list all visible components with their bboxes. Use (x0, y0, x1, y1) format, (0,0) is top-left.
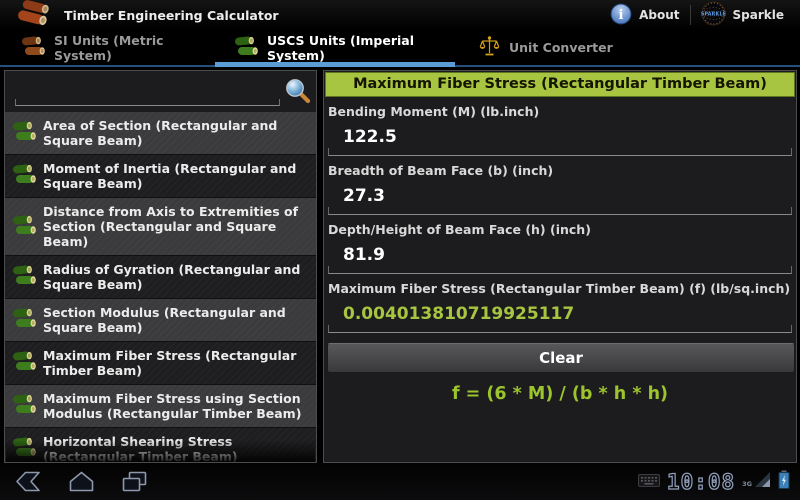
search-underline (15, 99, 280, 106)
calculator-panel: Maximum Fiber Stress (Rectangular Timber… (323, 70, 797, 463)
list-item-label: Maximum Fiber Stress (Rectangular Timber… (43, 348, 297, 378)
list-item[interactable]: Horizontal Shearing Stress (Rectangular … (5, 428, 316, 463)
green-logs-icon (13, 394, 36, 418)
list-item-label: Moment of Inertia (Rectangular and Squar… (43, 161, 297, 191)
list-item-label: Horizontal Shearing Stress (Rectangular … (43, 434, 238, 463)
green-logs-icon (235, 35, 258, 60)
formula-text: f = (6 * M) / (b * h * h) (451, 384, 669, 404)
list-item-label: Area of Section (Rectangular and Square … (43, 118, 278, 148)
sparkle-label: Sparkle (732, 8, 784, 22)
green-logs-icon (13, 214, 36, 239)
bending-moment-input[interactable]: 122.5 (327, 120, 793, 156)
keyboard-icon[interactable] (637, 472, 660, 491)
home-icon[interactable] (68, 470, 95, 493)
list-item[interactable]: Maximum Fiber Stress (Rectangular Timber… (5, 342, 316, 385)
green-logs-icon (13, 164, 36, 188)
battery-charging-icon (778, 470, 790, 493)
list-item[interactable]: Area of Section (Rectangular and Square … (5, 112, 316, 155)
list-item[interactable]: Radius of Gyration (Rectangular and Squa… (5, 256, 316, 299)
system-bar: 10:08 3G (0, 463, 800, 500)
green-logs-icon (13, 121, 36, 145)
calculation-list-panel: Area of Section (Rectangular and Square … (4, 70, 317, 463)
depth-height-label: Depth/Height of Beam Face (h) (inch) (328, 222, 591, 237)
action-bar: Timber Engineering Calculator i About SP… (0, 0, 800, 30)
app-title: Timber Engineering Calculator (64, 7, 279, 23)
scales-icon (479, 35, 500, 60)
svg-text:SPARKLE: SPARKLE (701, 11, 726, 17)
list-item-label: Distance from Axis to Extremities of Sec… (43, 204, 299, 249)
actionbar-divider (689, 5, 691, 25)
recent-apps-icon[interactable] (121, 470, 148, 493)
list-item[interactable]: Section Modulus (Rectangular and Square … (5, 299, 316, 342)
timber-logs-icon (16, 0, 52, 31)
clear-button[interactable]: Clear (327, 343, 795, 373)
depth-height-input[interactable]: 81.9 (327, 238, 793, 274)
green-logs-icon (13, 265, 36, 289)
clock[interactable]: 10:08 (666, 469, 735, 494)
list-item[interactable]: Distance from Axis to Extremities of Sec… (5, 198, 316, 256)
calculator-title: Maximum Fiber Stress (Rectangular Timber… (325, 72, 795, 97)
bending-moment-label: Bending Moment (M) (lb.inch) (328, 104, 540, 119)
info-icon: i (610, 3, 632, 28)
breadth-label: Breadth of Beam Face (b) (inch) (328, 163, 554, 178)
back-icon[interactable] (14, 470, 42, 493)
brown-logs-icon (22, 35, 45, 60)
tab-uscs-units[interactable]: USCS Units (Imperial System) (213, 30, 457, 67)
green-logs-icon (13, 308, 36, 332)
result-value: 0.004013810719925117 (327, 297, 793, 333)
list-item-label: Section Modulus (Rectangular and Square … (43, 305, 286, 335)
tab-label: Unit Converter (509, 40, 613, 55)
list-item-label: Radius of Gyration (Rectangular and Squa… (43, 262, 301, 292)
about-button[interactable]: i About (602, 0, 687, 31)
list-item[interactable]: Moment of Inertia (Rectangular and Squar… (5, 155, 316, 198)
about-label: About (639, 8, 680, 22)
sparkle-globe-icon: SPARKLE (700, 1, 726, 29)
tab-si-units[interactable]: SI Units (Metric System) (0, 30, 213, 65)
green-logs-icon (13, 351, 36, 375)
network-type-label: 3G (742, 479, 752, 488)
status-cluster[interactable]: 10:08 3G (637, 469, 800, 494)
green-logs-icon (13, 437, 36, 461)
calculation-list: Area of Section (Rectangular and Square … (5, 112, 316, 463)
sparkle-button[interactable]: SPARKLE Sparkle (693, 0, 792, 32)
tab-label: USCS Units (Imperial System) (267, 32, 414, 63)
search-row (5, 71, 316, 112)
signal-icon (755, 472, 771, 491)
list-item-label: Maximum Fiber Stress using Section Modul… (43, 391, 302, 421)
breadth-input[interactable]: 27.3 (327, 179, 793, 215)
list-item[interactable]: Maximum Fiber Stress using Section Modul… (5, 385, 316, 428)
tab-label: SI Units (Metric System) (54, 32, 164, 63)
result-label: Maximum Fiber Stress (Rectangular Timber… (328, 281, 791, 296)
search-icon[interactable] (284, 77, 311, 108)
tab-unit-converter[interactable]: Unit Converter (457, 30, 707, 65)
tab-bar: SI Units (Metric System) USCS Units (Imp… (0, 30, 800, 67)
svg-text:i: i (619, 8, 624, 23)
